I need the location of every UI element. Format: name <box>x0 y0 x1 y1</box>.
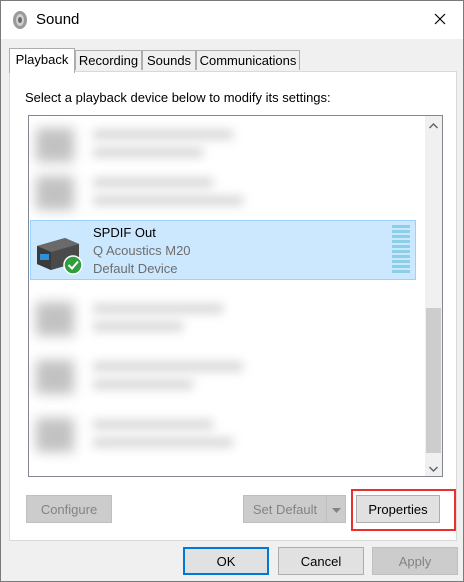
properties-label: Properties <box>368 501 428 517</box>
device-icon <box>36 302 74 336</box>
scroll-thumb[interactable] <box>426 308 441 453</box>
set-default-button[interactable]: Set Default <box>243 495 327 523</box>
close-button[interactable] <box>417 1 463 39</box>
set-default-label: Set Default <box>252 501 318 517</box>
device-status: Default Device <box>93 261 178 276</box>
list-item[interactable] <box>31 166 419 222</box>
close-icon <box>434 13 446 28</box>
sound-app-icon <box>11 10 29 30</box>
apply-label: Apply <box>398 553 432 569</box>
speaker-icon <box>35 232 85 276</box>
device-name: SPDIF Out <box>93 225 156 240</box>
apply-button[interactable]: Apply <box>372 547 458 575</box>
window-title: Sound <box>36 11 80 28</box>
device-icon <box>36 360 74 394</box>
vertical-scrollbar[interactable] <box>425 116 442 476</box>
chevron-up-icon <box>429 117 438 132</box>
device-model: Q Acoustics M20 <box>93 243 191 258</box>
configure-button[interactable]: Configure <box>26 495 112 523</box>
scroll-up-button[interactable] <box>425 116 442 133</box>
set-default-dropdown[interactable] <box>326 495 346 523</box>
cancel-label: Cancel <box>300 553 342 569</box>
tab-recording[interactable]: Recording <box>75 50 142 70</box>
chevron-down-icon <box>331 502 341 517</box>
properties-button[interactable]: Properties <box>356 495 440 523</box>
scroll-down-button[interactable] <box>425 459 442 476</box>
device-list[interactable]: SPDIF Out Q Acoustics M20 Default Device <box>28 115 443 477</box>
list-item[interactable] <box>31 350 419 406</box>
device-icon <box>36 128 74 162</box>
cancel-button[interactable]: Cancel <box>278 547 364 575</box>
device-icon <box>36 418 74 452</box>
playback-panel: Select a playback device below to modify… <box>9 71 457 541</box>
checkmark-badge-icon <box>63 255 83 275</box>
list-item[interactable] <box>31 292 419 348</box>
instruction-text: Select a playback device below to modify… <box>25 90 331 105</box>
title-bar[interactable]: Sound <box>1 1 463 39</box>
device-icon <box>36 176 74 210</box>
sound-dialog: Sound Playback Recording Sounds Communic… <box>0 0 464 582</box>
tab-sounds[interactable]: Sounds <box>142 50 196 70</box>
chevron-down-icon <box>429 460 438 475</box>
tab-communications[interactable]: Communications <box>196 50 300 70</box>
selected-device-row[interactable]: SPDIF Out Q Acoustics M20 Default Device <box>30 220 416 280</box>
tab-playback[interactable]: Playback <box>9 48 75 73</box>
configure-label: Configure <box>40 501 98 517</box>
ok-label: OK <box>216 553 236 569</box>
ok-button[interactable]: OK <box>183 547 269 575</box>
level-meter <box>392 225 410 277</box>
list-item[interactable] <box>31 408 419 464</box>
